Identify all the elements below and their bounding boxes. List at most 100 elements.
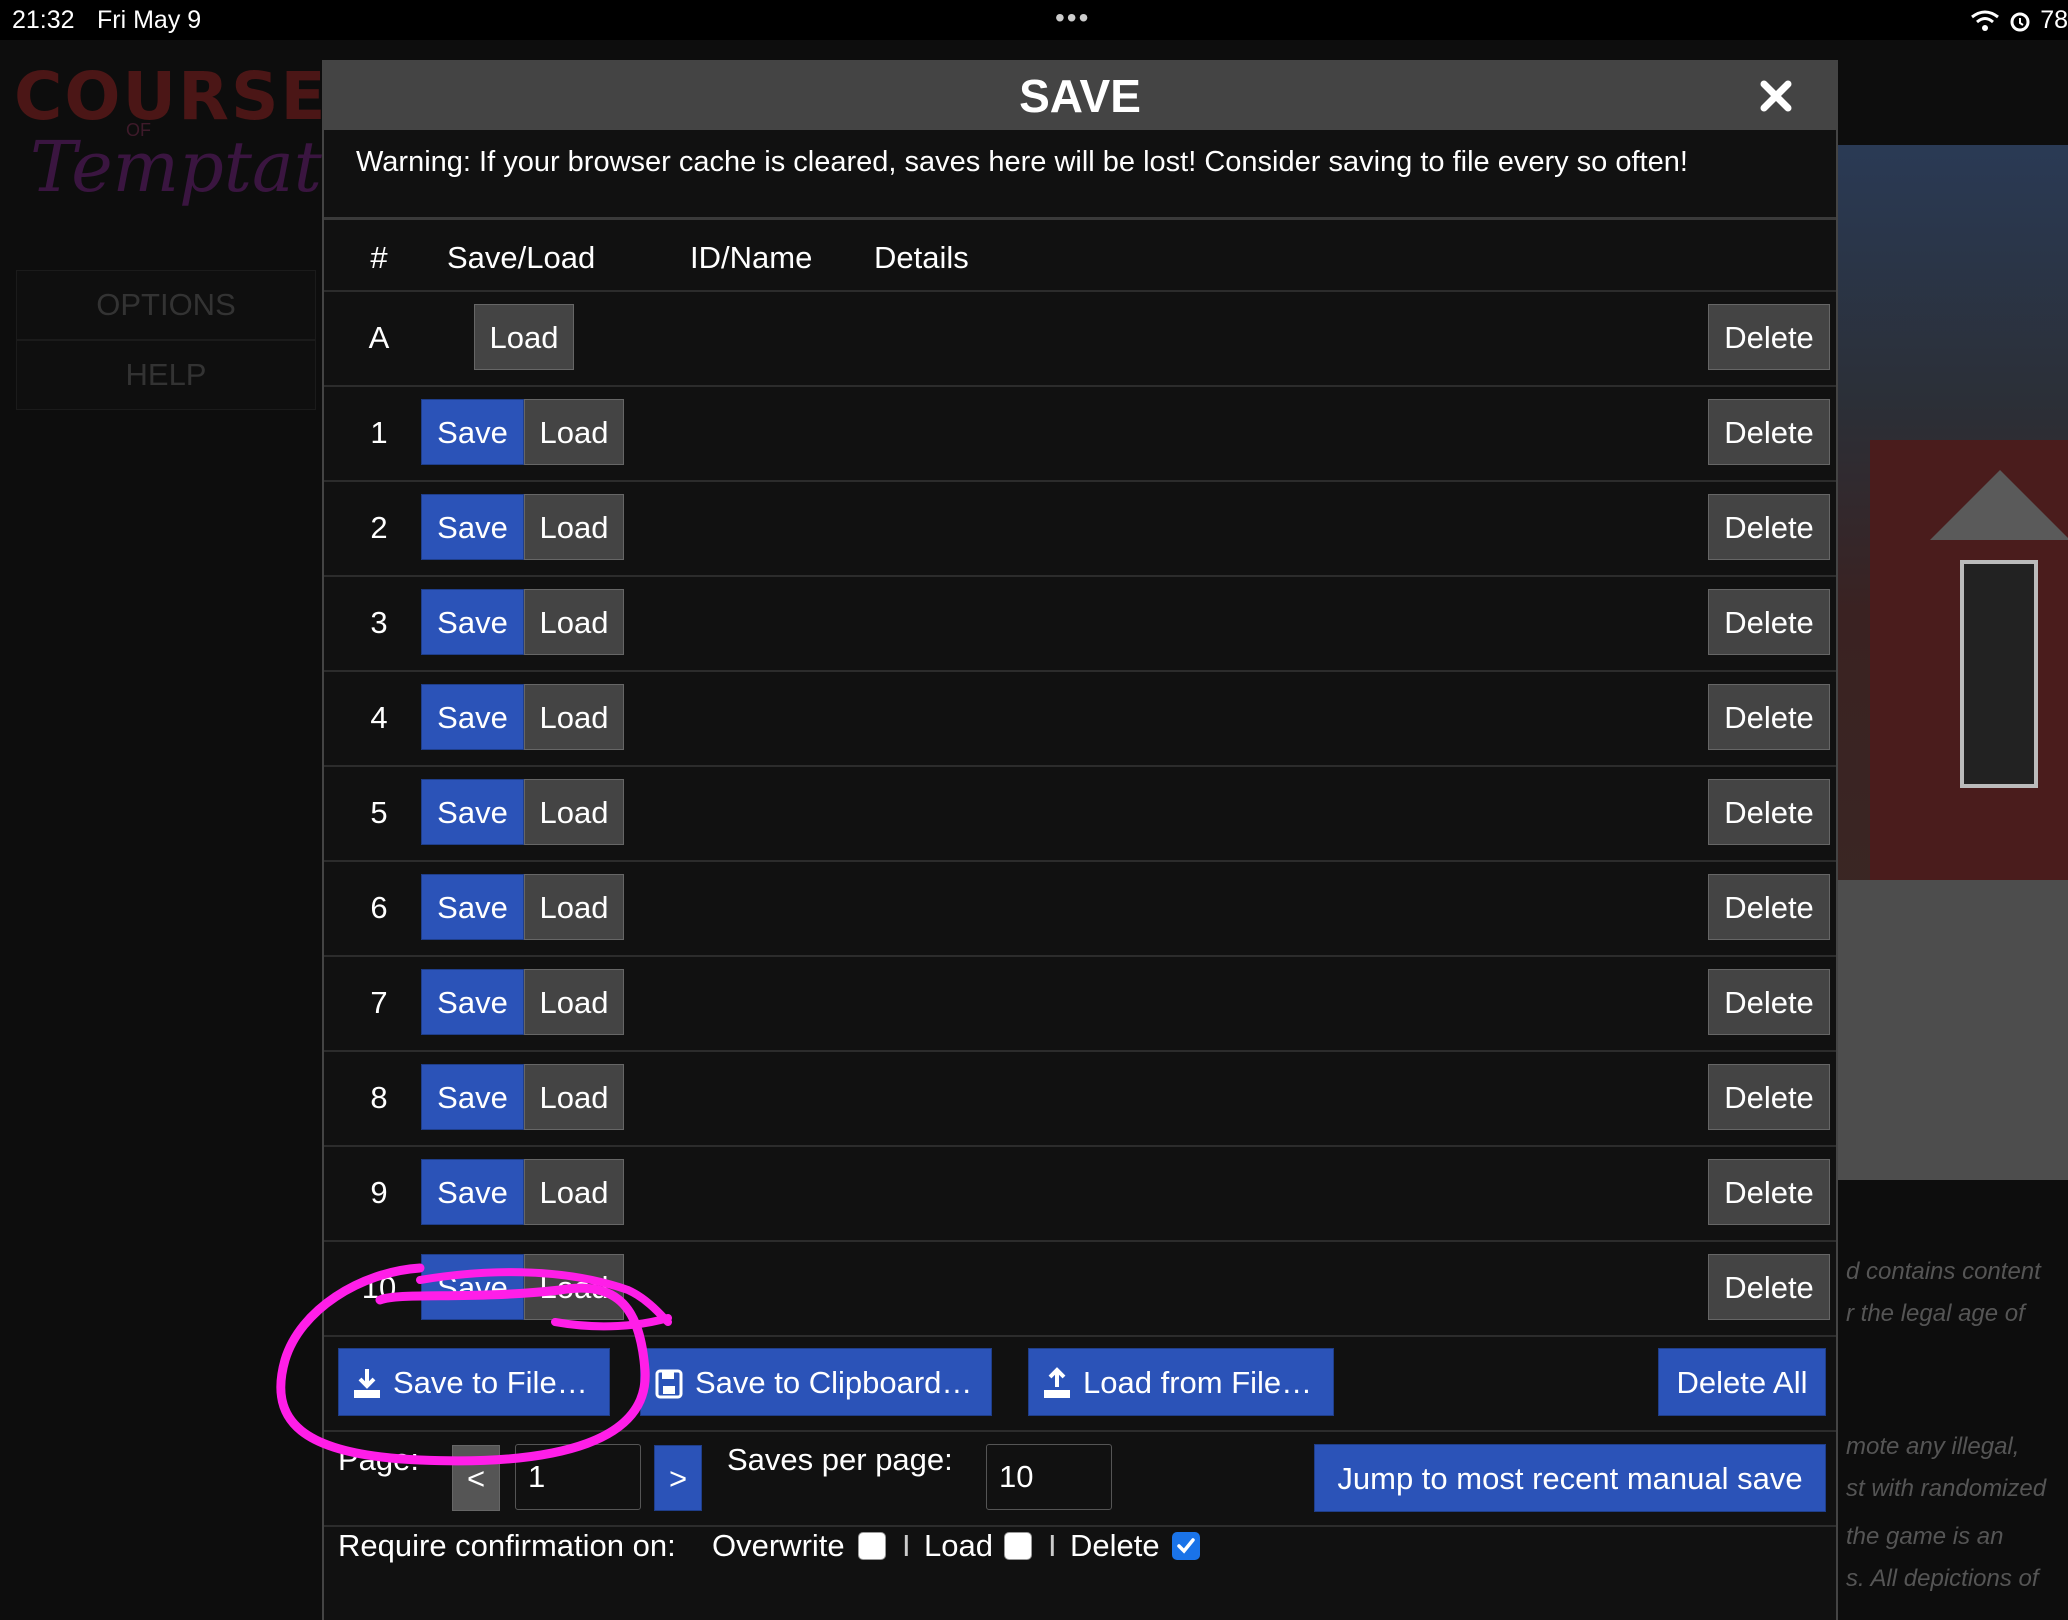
save-button[interactable]: Save [421, 494, 524, 560]
load-button[interactable]: Load [474, 304, 574, 370]
saves-per-page-label: Saves per page: [727, 1442, 953, 1477]
save-button[interactable]: Save [421, 1064, 524, 1130]
notice-line: r the legal age of [1846, 1300, 2025, 1327]
load-button[interactable]: Load [524, 684, 624, 750]
delete-checkbox[interactable] [1172, 1532, 1200, 1560]
multitask-dots-icon[interactable]: ••• [1055, 2, 1090, 34]
load-button[interactable]: Load [524, 494, 624, 560]
status-date: Fri May 9 [97, 6, 202, 34]
cache-warning: Warning: If your browser cache is cleare… [356, 146, 1688, 178]
delete-button[interactable]: Delete [1708, 1064, 1830, 1130]
notice-line: s. All depictions of [1846, 1565, 2039, 1592]
save-button[interactable]: Save [421, 399, 524, 465]
delete-all-button[interactable]: Delete All [1658, 1348, 1826, 1416]
page-number-input[interactable]: 1 [515, 1444, 641, 1510]
load-button[interactable]: Load [524, 1064, 624, 1130]
overwrite-checkbox[interactable] [858, 1532, 886, 1560]
dialog-title: SAVE [324, 62, 1836, 130]
close-icon[interactable] [1756, 76, 1796, 116]
row-label: 3 [370, 605, 388, 640]
alarm-icon [2010, 12, 2030, 31]
load-button[interactable]: Load [524, 874, 624, 940]
notice-line: the game is an [1846, 1523, 2004, 1550]
column-header-details: Details [874, 240, 969, 275]
delete-button[interactable]: Delete [1708, 494, 1830, 560]
wifi-icon [1971, 10, 2000, 31]
game-logo: COURSE OF Temptation [14, 58, 431, 238]
save-dialog: SAVE Warning: If your browser cache is c… [322, 60, 1838, 1620]
background-menu: OPTIONS HELP [16, 270, 316, 410]
save-button[interactable]: Save [421, 589, 524, 655]
save-button[interactable]: Save [421, 779, 524, 845]
row-label: 9 [370, 1175, 388, 1210]
divider [324, 217, 1836, 220]
notice-line: mote any illegal, [1846, 1433, 2020, 1460]
row-label: 5 [370, 795, 388, 830]
column-header-id-name: ID/Name [690, 240, 813, 275]
scene-ground [1838, 880, 2068, 1180]
delete-button[interactable]: Delete [1708, 589, 1830, 655]
column-header-save-load: Save/Load [447, 240, 596, 275]
row-divider [324, 1145, 1836, 1147]
column-header-number: # [370, 240, 388, 275]
battery-percent: 78 [2040, 6, 2068, 34]
load-button[interactable]: Load [524, 779, 624, 845]
menu-item-help: HELP [16, 340, 316, 410]
previous-page-button[interactable]: < [452, 1445, 500, 1511]
scene-house-roof [1930, 470, 2068, 540]
status-time: 21:32 [12, 6, 75, 34]
delete-button[interactable]: Delete [1708, 969, 1830, 1035]
save-button[interactable]: Save [421, 969, 524, 1035]
row-divider [324, 575, 1836, 577]
saves-per-page-input[interactable]: 10 [986, 1444, 1112, 1510]
jump-to-recent-save-button[interactable]: Jump to most recent manual save [1314, 1444, 1826, 1512]
row-label: 1 [370, 415, 388, 450]
delete-button[interactable]: Delete [1708, 779, 1830, 845]
row-divider [324, 1335, 1836, 1337]
next-page-button[interactable]: > [654, 1445, 702, 1511]
load-checkbox[interactable] [1004, 1532, 1032, 1560]
save-to-clipboard-button[interactable]: Save to Clipboard… [640, 1348, 992, 1416]
save-to-clipboard-label: Save to Clipboard… [695, 1365, 973, 1400]
row-label: 10 [361, 1270, 397, 1305]
load-button[interactable]: Load [524, 1254, 624, 1320]
delete-confirm-label: Delete [1070, 1528, 1160, 1563]
load-button[interactable]: Load [524, 589, 624, 655]
separator: I [902, 1528, 911, 1563]
scene-house-door [1960, 560, 2038, 788]
delete-button[interactable]: Delete [1708, 399, 1830, 465]
row-divider [324, 860, 1836, 862]
notice-line: d contains content [1846, 1258, 2041, 1285]
confirmation-label: Require confirmation on: [338, 1528, 676, 1563]
delete-button[interactable]: Delete [1708, 874, 1830, 940]
delete-button[interactable]: Delete [1708, 1254, 1830, 1320]
save-button[interactable]: Save [421, 1159, 524, 1225]
row-divider [324, 955, 1836, 957]
row-divider [324, 1240, 1836, 1242]
save-button[interactable]: Save [421, 684, 524, 750]
row-divider [324, 670, 1836, 672]
save-button[interactable]: Save [421, 874, 524, 940]
load-button[interactable]: Load [524, 399, 624, 465]
load-confirm-label: Load [924, 1528, 993, 1563]
floppy-disk-icon [655, 1369, 683, 1399]
save-button[interactable]: Save [421, 1254, 524, 1320]
row-divider [324, 1050, 1836, 1052]
notice-line: st with randomized [1846, 1475, 2047, 1502]
save-to-file-button[interactable]: Save to File… [338, 1348, 610, 1416]
separator: I [1048, 1528, 1057, 1563]
page-label: Page: [338, 1442, 420, 1477]
row-divider [324, 480, 1836, 482]
delete-button[interactable]: Delete [1708, 1159, 1830, 1225]
logo-word-course: COURSE [14, 58, 328, 135]
delete-button[interactable]: Delete [1708, 684, 1830, 750]
row-divider [324, 1430, 1836, 1432]
load-from-file-button[interactable]: Load from File… [1028, 1348, 1334, 1416]
row-label: A [368, 320, 390, 355]
load-button[interactable]: Load [524, 1159, 624, 1225]
delete-button[interactable]: Delete [1708, 304, 1830, 370]
menu-item-options: OPTIONS [16, 270, 316, 340]
load-button[interactable]: Load [524, 969, 624, 1035]
row-divider [324, 1525, 1836, 1527]
download-icon [354, 1369, 380, 1398]
